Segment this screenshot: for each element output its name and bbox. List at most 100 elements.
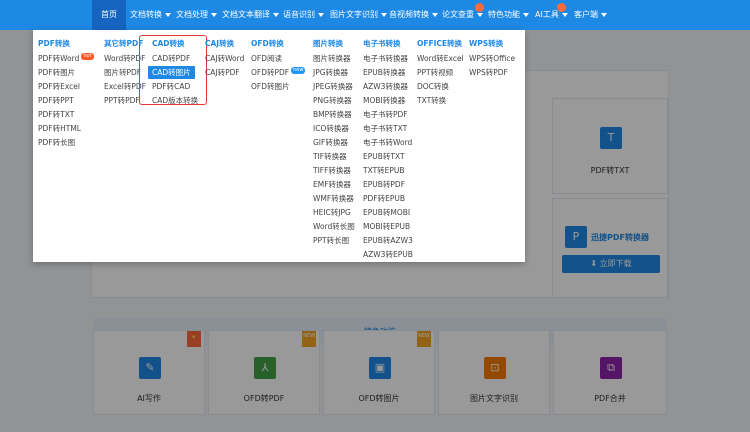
menu-item[interactable]: 电子书转Word xyxy=(363,137,412,148)
menu-column-heading[interactable]: WPS转换 xyxy=(469,38,503,49)
chevron-down-icon xyxy=(523,12,529,17)
menu-item[interactable]: PDF转Word hot xyxy=(38,53,94,64)
menu-item[interactable]: WPS转PDF xyxy=(469,67,508,78)
nav-label: 特色功能 xyxy=(488,10,520,19)
menu-item[interactable]: EPUB转TXT xyxy=(363,151,405,162)
menu-item[interactable]: EPUB转PDF xyxy=(363,179,405,190)
menu-item[interactable]: JPG转换器 xyxy=(313,67,348,78)
menu-item[interactable]: OFD转PDF new xyxy=(251,67,306,78)
menu-item[interactable]: PDF转EPUB xyxy=(363,193,405,204)
menu-item-label: OFD转PDF xyxy=(251,68,290,77)
menu-item[interactable]: EPUB转换器 xyxy=(363,67,405,78)
chevron-down-icon xyxy=(561,12,568,17)
menu-item[interactable]: OFD转图片 xyxy=(251,81,290,92)
new-badge: new xyxy=(291,67,306,74)
nav-label: 文档文本翻译 xyxy=(222,10,270,19)
menu-item[interactable]: AZW3转EPUB xyxy=(363,249,413,260)
chevron-down-icon xyxy=(318,12,324,17)
nav-home[interactable]: 首页 xyxy=(92,0,126,30)
menu-column-heading[interactable]: 图片转换 xyxy=(313,38,343,49)
menu-column-heading[interactable]: CAD转换 xyxy=(152,38,185,49)
nav-av[interactable]: 音视频转换 xyxy=(389,0,438,30)
nav-ocr[interactable]: 图片文字识别 xyxy=(330,0,387,30)
nav-label: 客户端 xyxy=(574,10,598,19)
menu-column-heading[interactable]: CAJ转换 xyxy=(205,38,234,49)
menu-column-heading[interactable]: 其它转PDF xyxy=(104,38,143,49)
menu-item[interactable]: PDF转图片 xyxy=(38,67,75,78)
menu-column-heading[interactable]: OFFICE转换 xyxy=(417,38,462,49)
menu-item[interactable]: TXT转EPUB xyxy=(363,165,405,176)
menu-item[interactable]: WMF转换器 xyxy=(313,193,354,204)
nav-doc-convert[interactable]: 文档转换 xyxy=(130,0,171,30)
nav-label: 图片文字识别 xyxy=(330,10,378,19)
nav-client[interactable]: 客户端 xyxy=(574,0,607,30)
menu-item[interactable]: Word转Excel xyxy=(417,53,464,64)
menu-item[interactable]: CAD转PDF xyxy=(152,53,190,64)
menu-item[interactable]: TXT转换 xyxy=(417,95,446,106)
nav-doc-process[interactable]: 文档处理 xyxy=(176,0,217,30)
menu-item[interactable]: PNG转换器 xyxy=(313,95,351,106)
menu-item[interactable]: CAD版本转换 xyxy=(152,95,198,106)
menu-item[interactable]: 电子书转TXT xyxy=(363,123,407,134)
chevron-down-icon xyxy=(601,12,607,17)
menu-item[interactable]: PDF转CAD xyxy=(152,81,190,92)
menu-item[interactable]: PPT转长图 xyxy=(313,235,349,246)
menu-item[interactable]: TIF转换器 xyxy=(313,151,347,162)
nav-label: 文档处理 xyxy=(176,10,208,19)
menu-item[interactable]: EPUB转MOBI xyxy=(363,207,410,218)
menu-item[interactable]: MOBI转换器 xyxy=(363,95,405,106)
menu-item[interactable]: 图片转PDF xyxy=(104,67,141,78)
nav-label: 语音识别 xyxy=(283,10,315,19)
menu-item-label: PDF转Word xyxy=(38,54,80,63)
menu-item[interactable]: EMF转换器 xyxy=(313,179,351,190)
menu-item[interactable]: HEIC转JPG xyxy=(313,207,351,218)
menu-item[interactable]: WPS转Office xyxy=(469,53,515,64)
chevron-down-icon xyxy=(273,12,279,17)
menu-column-heading[interactable]: 电子书转换 xyxy=(363,38,401,49)
chevron-down-icon xyxy=(381,12,387,17)
menu-item[interactable]: PDF转HTML xyxy=(38,123,81,134)
new-dot-badge xyxy=(557,3,566,12)
menu-item[interactable]: PDF转Excel xyxy=(38,81,80,92)
menu-item[interactable]: CAJ转PDF xyxy=(205,67,240,78)
menu-item[interactable]: PDF转TXT xyxy=(38,109,74,120)
chevron-down-icon xyxy=(477,12,483,17)
top-navigation: 首页 文档转换 文档处理 文档文本翻译 语音识别 图片文字识别 音视频转换 论文… xyxy=(0,0,750,30)
menu-item[interactable]: 图片转换器 xyxy=(313,53,351,64)
new-dot-badge xyxy=(475,3,484,12)
menu-item[interactable]: OFD阅读 xyxy=(251,53,282,64)
nav-label: 论文查重 xyxy=(442,10,474,19)
nav-speech[interactable]: 语音识别 xyxy=(283,0,324,30)
menu-item[interactable]: DOC转换 xyxy=(417,81,449,92)
chevron-down-icon xyxy=(211,12,217,17)
menu-item[interactable]: EPUB转AZW3 xyxy=(363,235,413,246)
menu-item[interactable]: Word转长图 xyxy=(313,221,355,232)
menu-item[interactable]: JPEG转换器 xyxy=(313,81,353,92)
menu-item-selected[interactable]: CAD转图片 xyxy=(148,66,195,79)
menu-item[interactable]: PDF转长图 xyxy=(38,137,75,148)
nav-label: 音视频转换 xyxy=(389,10,429,19)
menu-item[interactable]: ICO转换器 xyxy=(313,123,349,134)
menu-item[interactable]: 电子书转PDF xyxy=(363,109,408,120)
menu-item[interactable]: 电子书转换器 xyxy=(363,53,408,64)
nav-label: 首页 xyxy=(101,10,117,19)
hot-badge: hot xyxy=(81,53,94,60)
nav-label: 文档转换 xyxy=(130,10,162,19)
chevron-down-icon xyxy=(432,12,438,17)
nav-doc-translate[interactable]: 文档文本翻译 xyxy=(222,0,279,30)
nav-label: AI工具 xyxy=(535,10,559,19)
chevron-down-icon xyxy=(165,12,171,17)
menu-item[interactable]: PDF转PPT xyxy=(38,95,74,106)
menu-item[interactable]: MOBI转EPUB xyxy=(363,221,410,232)
menu-column-heading[interactable]: PDF转换 xyxy=(38,38,70,49)
menu-item[interactable]: BMP转换器 xyxy=(313,109,352,120)
menu-column-heading[interactable]: OFD转换 xyxy=(251,38,284,49)
menu-item[interactable]: PPT转视频 xyxy=(417,67,453,78)
menu-item[interactable]: CAJ转Word xyxy=(205,53,244,64)
menu-item[interactable]: AZW3转换器 xyxy=(363,81,408,92)
doc-convert-dropdown: PDF转换 PDF转Word hot PDF转图片 PDF转Excel PDF转P… xyxy=(33,30,525,262)
menu-item[interactable]: TIFF转换器 xyxy=(313,165,351,176)
nav-features[interactable]: 特色功能 xyxy=(488,0,529,30)
menu-item[interactable]: GIF转换器 xyxy=(313,137,348,148)
menu-item[interactable]: PPT转PDF xyxy=(104,95,140,106)
